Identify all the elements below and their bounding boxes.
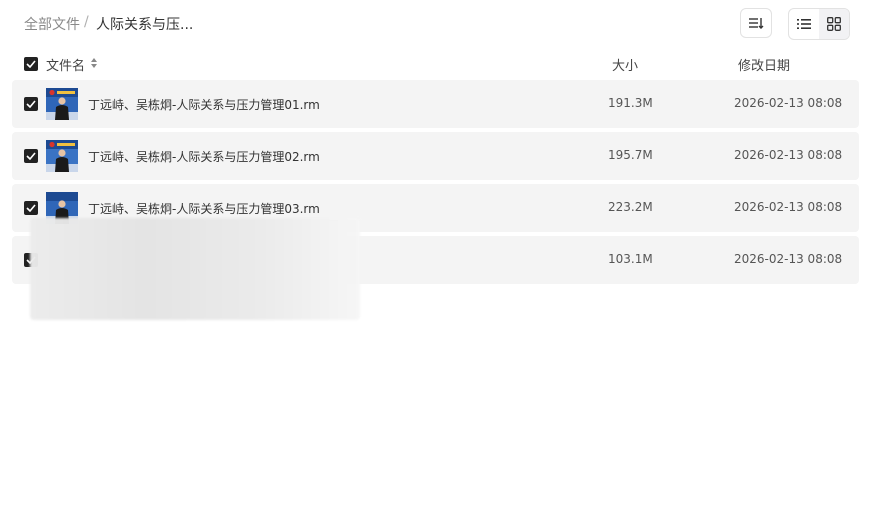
- sort-icon: [749, 18, 764, 29]
- select-all-checkbox[interactable]: [24, 57, 38, 71]
- grid-view-button[interactable]: [819, 9, 849, 39]
- file-size: 223.2M: [608, 200, 653, 214]
- table-header: 文件名 大小 修改日期: [12, 52, 859, 76]
- view-toggle: [788, 8, 850, 40]
- file-row[interactable]: 丁远峙、吴栋炯-人际关系与压力管理02.rm 195.7M 2026-02-13…: [12, 132, 859, 180]
- file-date: 2026-02-13 08:08: [734, 200, 843, 214]
- file-row[interactable]: 丁远峙、吴栋炯-人际关系与压力管理01.rm 191.3M 2026-02-13…: [12, 80, 859, 128]
- list-view-icon: [797, 19, 811, 29]
- check-icon: [26, 152, 36, 160]
- column-header-date[interactable]: 修改日期: [738, 55, 790, 74]
- file-name[interactable]: 丁远峙、吴栋炯-人际关系与压力管理01.rm: [88, 96, 320, 113]
- row-checkbox[interactable]: [24, 97, 38, 111]
- top-bar: 全部文件 / 人际关系与压...: [0, 0, 874, 48]
- check-icon: [26, 100, 36, 108]
- sort-arrows-icon[interactable]: [90, 57, 98, 69]
- sort-button[interactable]: [740, 8, 772, 38]
- breadcrumb-root[interactable]: 全部文件: [24, 14, 80, 34]
- file-date: 2026-02-13 08:08: [734, 148, 843, 162]
- file-date: 2026-02-13 08:08: [734, 96, 843, 110]
- video-thumbnail: [46, 88, 78, 120]
- list-view-button[interactable]: [789, 9, 819, 39]
- file-date: 2026-02-13 08:08: [734, 252, 843, 266]
- check-icon: [26, 204, 36, 212]
- row-checkbox[interactable]: [24, 149, 38, 163]
- row-checkbox[interactable]: [24, 201, 38, 215]
- video-thumbnail: [46, 140, 78, 172]
- file-name[interactable]: 丁远峙、吴栋炯-人际关系与压力管理03.rm: [88, 200, 320, 217]
- column-header-name[interactable]: 文件名: [46, 55, 85, 74]
- blurred-overlay: [30, 218, 360, 320]
- file-size: 103.1M: [608, 252, 653, 266]
- file-name[interactable]: 丁远峙、吴栋炯-人际关系与压力管理02.rm: [88, 148, 320, 165]
- check-icon: [26, 60, 36, 68]
- file-size: 195.7M: [608, 148, 653, 162]
- column-header-size[interactable]: 大小: [612, 55, 638, 74]
- file-size: 191.3M: [608, 96, 653, 110]
- breadcrumb-current: 人际关系与压...: [96, 17, 194, 33]
- grid-view-icon: [827, 17, 841, 31]
- breadcrumb-separator: /: [84, 14, 89, 30]
